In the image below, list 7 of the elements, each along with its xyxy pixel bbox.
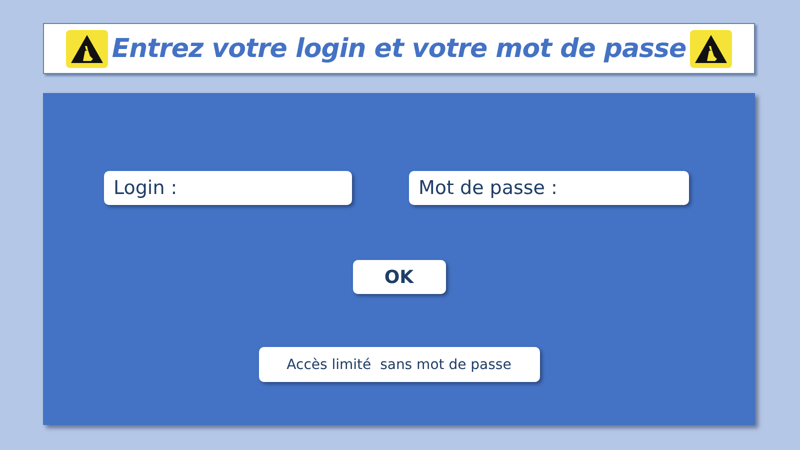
limited-access-button[interactable]: Accès limité sans mot de passe bbox=[258, 347, 540, 382]
password-field[interactable]: Mot de passe : bbox=[408, 171, 688, 205]
ok-button[interactable]: OK bbox=[352, 260, 446, 294]
warning-hand-icon bbox=[66, 30, 108, 68]
page-title: Entrez votre login et votre mot de passe bbox=[112, 34, 686, 64]
login-field[interactable]: Login : bbox=[104, 171, 352, 205]
warning-hand-icon bbox=[690, 30, 732, 68]
